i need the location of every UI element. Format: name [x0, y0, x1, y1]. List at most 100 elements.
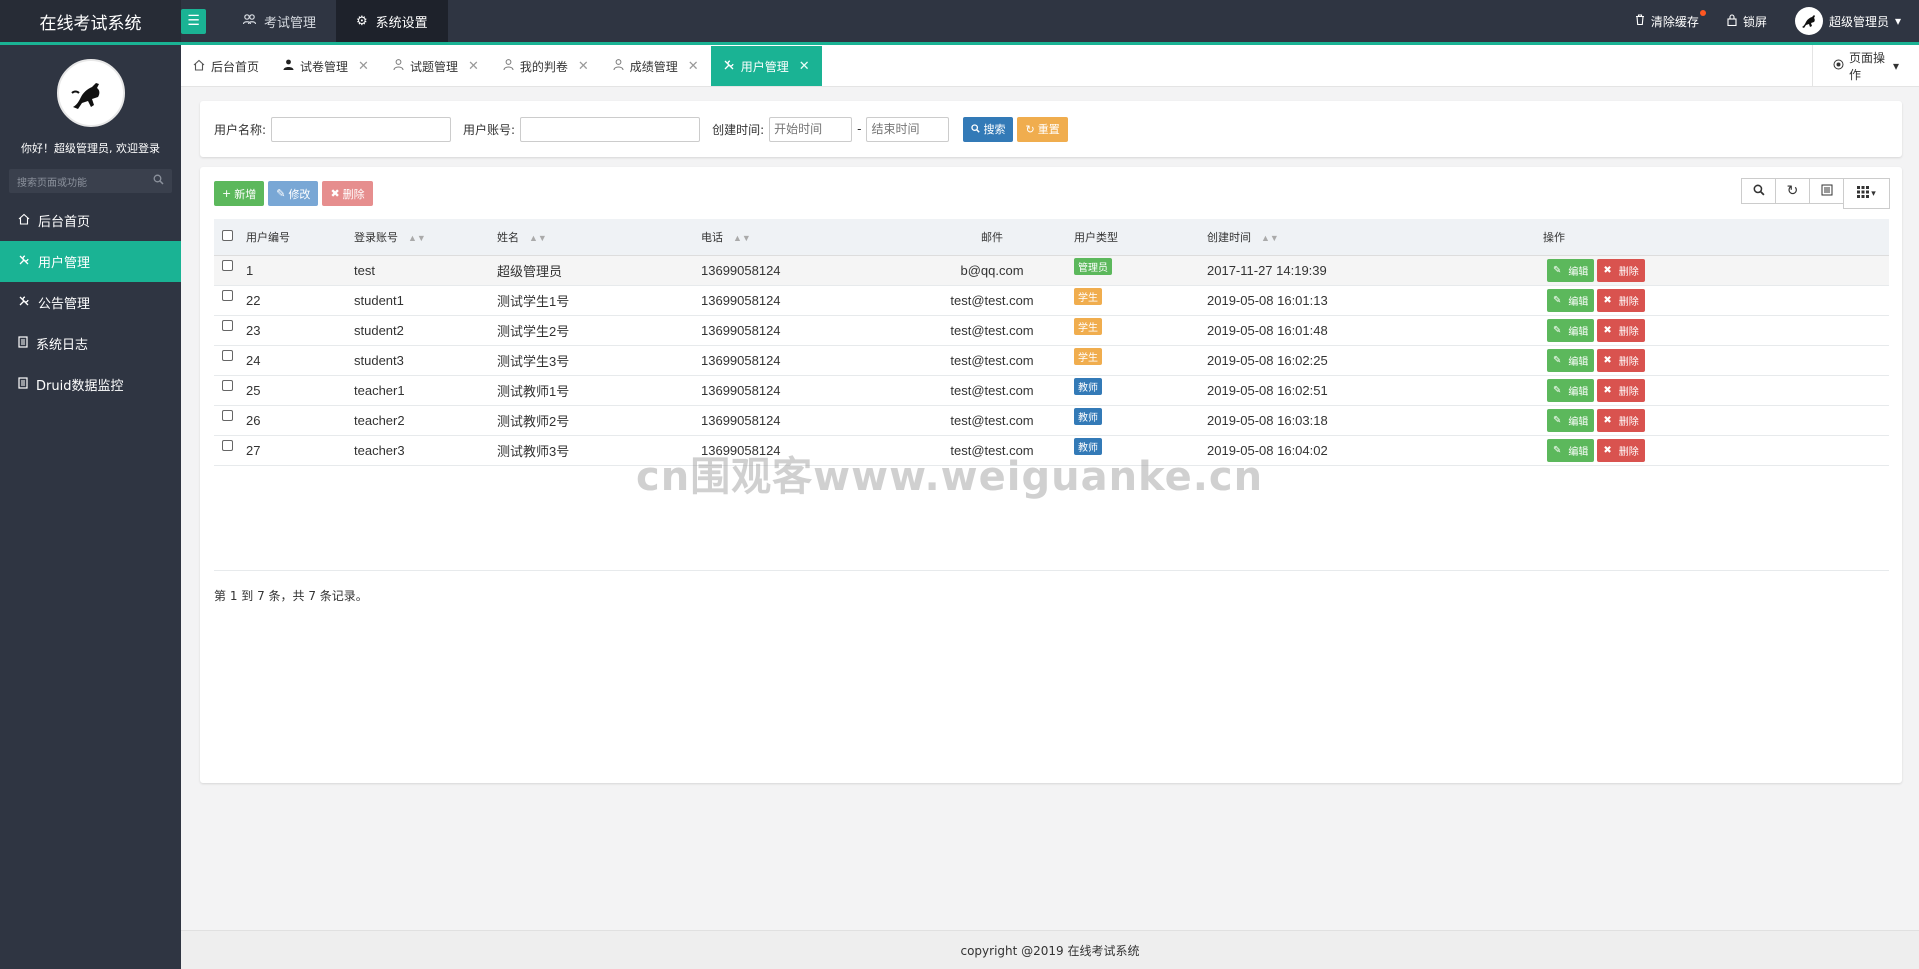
cell-user-type: 管理员 — [1070, 254, 1203, 286]
plus-icon: + — [222, 187, 232, 200]
tab-paper-management[interactable]: 试卷管理 ✕ — [271, 46, 381, 86]
cell-created-time: 2019-05-08 16:02:51 — [1203, 375, 1543, 406]
start-time-input[interactable] — [769, 116, 853, 142]
row-delete-button[interactable]: ✖ 删除 — [1597, 288, 1645, 312]
cell-account: teacher3 — [350, 435, 493, 466]
close-icon[interactable]: ✕ — [578, 59, 589, 74]
row-delete-button[interactable]: ✖ 删除 — [1597, 438, 1645, 462]
row-checkbox[interactable] — [222, 319, 233, 331]
row-checkbox[interactable] — [222, 349, 233, 361]
delete-button[interactable]: ✖ 删除 — [322, 181, 373, 206]
edit-button-label: 修改 — [288, 187, 311, 201]
row-edit-button[interactable]: ✎ 编辑 — [1547, 408, 1595, 432]
header-label: 电话 — [701, 231, 723, 244]
tab-score-management[interactable]: 成绩管理 ✕ — [601, 46, 711, 86]
sidebar-item-notice-management[interactable]: 公告管理 — [0, 282, 181, 323]
user-type-badge: 教师 — [1074, 437, 1102, 455]
header-user-type[interactable]: 用户类型 — [1070, 219, 1203, 255]
table-row[interactable]: 27 teacher3 测试教师3号 13699058124 test@test.com… — [214, 435, 1889, 466]
created-time-label: 创建时间: — [712, 122, 765, 137]
tab-user-management[interactable]: 用户管理 ✕ — [710, 46, 822, 86]
topnav-system-settings[interactable]: ⚙ 系统设置 — [336, 0, 448, 42]
caret-down-icon: ▾ — [1871, 188, 1876, 199]
row-checkbox[interactable] — [222, 379, 233, 391]
toggle-search-button[interactable] — [1741, 178, 1776, 204]
sidebar-avatar — [56, 59, 125, 127]
table-row[interactable]: 22 student1 测试学生1号 13699058124 test@test.com… — [214, 285, 1889, 316]
table-row[interactable]: 26 teacher2 测试教师2号 13699058124 test@test.com… — [214, 405, 1889, 436]
wrench-icon — [18, 254, 30, 270]
clear-cache-button[interactable]: 清除缓存 — [1635, 9, 1706, 30]
user-type-badge: 管理员 — [1074, 257, 1112, 275]
row-delete-button[interactable]: ✖ 删除 — [1597, 348, 1645, 372]
tab-question-management[interactable]: 试题管理 ✕ — [381, 46, 491, 86]
username-input[interactable] — [271, 116, 452, 142]
row-checkbox[interactable] — [222, 439, 233, 451]
row-delete-button[interactable]: ✖ 删除 — [1597, 378, 1645, 402]
row-delete-button[interactable]: ✖ 删除 — [1597, 408, 1645, 432]
columns-dropdown[interactable]: ▾ — [1843, 178, 1890, 209]
sidebar-search-input[interactable]: 搜索页面或功能 — [9, 169, 172, 193]
close-icon[interactable]: ✕ — [468, 59, 479, 74]
page-operations-dropdown[interactable]: 页面操作 ▾ — [1812, 45, 1919, 86]
row-checkbox[interactable] — [222, 409, 233, 421]
cell-created-time: 2017-11-27 14:19:39 — [1203, 254, 1543, 286]
row-edit-button[interactable]: ✎ 编辑 — [1547, 378, 1595, 402]
topnav-exam-management[interactable]: 考试管理 — [223, 0, 336, 42]
cell-user-type: 学生 — [1070, 285, 1203, 316]
tab-home[interactable]: 后台首页 — [181, 46, 271, 86]
header-created-time[interactable]: 创建时间 ▲▼ — [1203, 219, 1543, 255]
menu-toggle-button[interactable]: ☰ — [181, 8, 206, 34]
account-input[interactable] — [520, 116, 701, 142]
caret-down-icon: ▾ — [1894, 14, 1901, 28]
close-icon[interactable]: ✕ — [358, 59, 369, 74]
table-row[interactable]: 25 teacher1 测试教师1号 13699058124 test@test.com… — [214, 375, 1889, 406]
add-button[interactable]: + 新增 — [214, 181, 265, 206]
row-checkbox[interactable] — [222, 289, 233, 301]
cell-account: student2 — [350, 315, 493, 346]
row-edit-button[interactable]: ✎ 编辑 — [1547, 318, 1595, 342]
close-icon[interactable]: ✕ — [799, 59, 810, 74]
toggle-view-button[interactable] — [1809, 178, 1844, 204]
edit-button[interactable]: ✎ 修改 — [268, 181, 319, 206]
row-checkbox[interactable] — [222, 259, 233, 271]
row-delete-button[interactable]: ✖ 删除 — [1597, 258, 1645, 282]
table-row[interactable]: 23 student2 测试学生2号 13699058124 test@test.com… — [214, 315, 1889, 346]
sidebar-item-druid-monitor[interactable]: Druid数据监控 — [0, 364, 181, 405]
header-name[interactable]: 姓名 ▲▼ — [493, 219, 697, 255]
close-icon[interactable]: ✕ — [688, 59, 699, 74]
sidebar-item-home[interactable]: 后台首页 — [0, 200, 181, 241]
sort-icon: ▲▼ — [529, 232, 547, 243]
header-phone[interactable]: 电话 ▲▼ — [697, 219, 910, 255]
refresh-button[interactable]: ↻ — [1775, 178, 1810, 204]
lock-screen-button[interactable]: 锁屏 — [1727, 13, 1767, 30]
sidebar-item-user-management[interactable]: 用户管理 — [0, 241, 181, 282]
times-icon: ✖ — [1603, 384, 1612, 396]
table-row[interactable]: 24 student3 测试学生3号 13699058124 test@test.com… — [214, 345, 1889, 376]
row-edit-button[interactable]: ✎ 编辑 — [1547, 258, 1595, 282]
sidebar-item-system-log[interactable]: 系统日志 — [0, 323, 181, 364]
home-icon — [193, 59, 205, 74]
cell-created-time: 2019-05-08 16:01:13 — [1203, 285, 1543, 316]
row-delete-button[interactable]: ✖ 删除 — [1597, 318, 1645, 342]
cell-actions: ✎ 编辑 ✖ 删除 — [1543, 315, 1889, 346]
search-button[interactable]: 搜索 — [963, 116, 1014, 142]
times-icon: ✖ — [1603, 264, 1612, 276]
header-user-id[interactable]: 用户编号 — [242, 219, 350, 255]
cell-email: test@test.com — [910, 315, 1070, 346]
header-email[interactable]: 邮件 — [910, 219, 1070, 255]
lock-icon — [1727, 13, 1737, 29]
reset-button[interactable]: ↻ 重置 — [1017, 116, 1068, 142]
row-edit-button[interactable]: ✎ 编辑 — [1547, 438, 1595, 462]
user-menu[interactable]: 超级管理员 ▾ — [1794, 7, 1901, 35]
row-edit-button[interactable]: ✎ 编辑 — [1547, 348, 1595, 372]
row-edit-button[interactable]: ✎ 编辑 — [1547, 288, 1595, 312]
header-account[interactable]: 登录账号 ▲▼ — [350, 219, 493, 255]
select-all-checkbox[interactable] — [222, 229, 233, 241]
tab-my-grading[interactable]: 我的判卷 ✕ — [491, 46, 601, 86]
cell-created-time: 2019-05-08 16:01:48 — [1203, 315, 1543, 346]
end-time-input[interactable] — [866, 116, 950, 142]
cell-account: teacher2 — [350, 405, 493, 436]
created-time-field-group: 创建时间: - — [712, 116, 950, 142]
table-row[interactable]: 1 test 超级管理员 13699058124 b@qq.com 管理员 2017-11-… — [214, 254, 1889, 286]
